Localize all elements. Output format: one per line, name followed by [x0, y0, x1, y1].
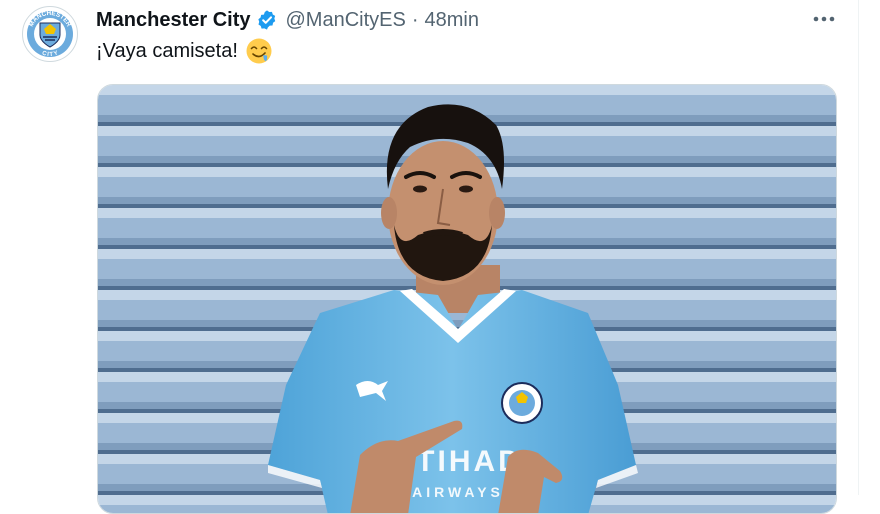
- display-name[interactable]: Manchester City: [96, 9, 251, 32]
- more-options-button[interactable]: [806, 6, 842, 32]
- timestamp[interactable]: 48min: [425, 9, 479, 32]
- more-options-icon: [813, 16, 835, 22]
- verified-badge-icon: [256, 9, 278, 31]
- drooling-face-emoji-icon: [245, 37, 273, 65]
- photo-image: ETIHAD AIRWAYS: [98, 85, 836, 513]
- column-border: [858, 0, 859, 495]
- tweet-media-photo[interactable]: ETIHAD AIRWAYS: [97, 84, 837, 514]
- tweet-header: Manchester City @ManCityES · 48min: [96, 6, 479, 34]
- tweet-text-content: ¡Vaya camiseta!: [96, 40, 238, 62]
- svg-text:AIRWAYS: AIRWAYS: [412, 484, 504, 500]
- tweet-text: ¡Vaya camiseta!: [96, 37, 273, 65]
- manchester-city-crest-logo: MANCHESTER CITY: [24, 8, 76, 60]
- avatar[interactable]: MANCHESTER CITY: [22, 6, 78, 62]
- user-handle[interactable]: @ManCityES: [286, 9, 406, 32]
- separator-dot: ·: [411, 8, 419, 31]
